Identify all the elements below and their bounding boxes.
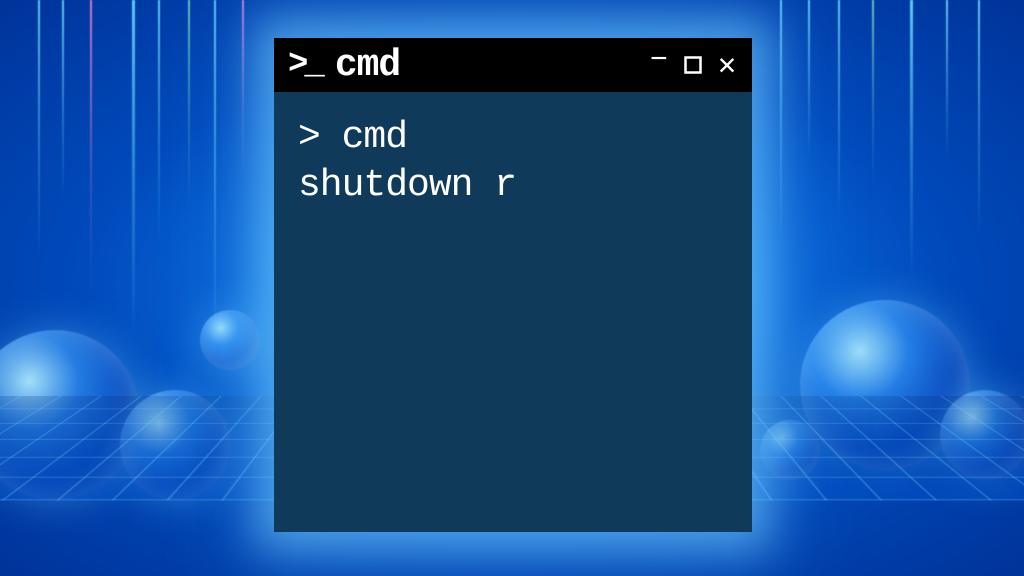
minimize-button[interactable]: − bbox=[644, 46, 674, 76]
window-controls: − ✕ bbox=[644, 50, 742, 80]
terminal-body[interactable]: > cmd shutdown r bbox=[274, 92, 752, 532]
prompt-icon: >_ bbox=[288, 46, 321, 84]
maximize-icon bbox=[684, 56, 702, 74]
window-title: cmd bbox=[335, 44, 634, 87]
maximize-button[interactable] bbox=[678, 50, 708, 80]
terminal-window: >_ cmd − ✕ > cmd shutdown r bbox=[274, 38, 752, 532]
close-button[interactable]: ✕ bbox=[712, 50, 742, 80]
terminal-line: > cmd bbox=[298, 114, 728, 162]
terminal-line: shutdown r bbox=[298, 162, 728, 210]
titlebar[interactable]: >_ cmd − ✕ bbox=[274, 38, 752, 92]
